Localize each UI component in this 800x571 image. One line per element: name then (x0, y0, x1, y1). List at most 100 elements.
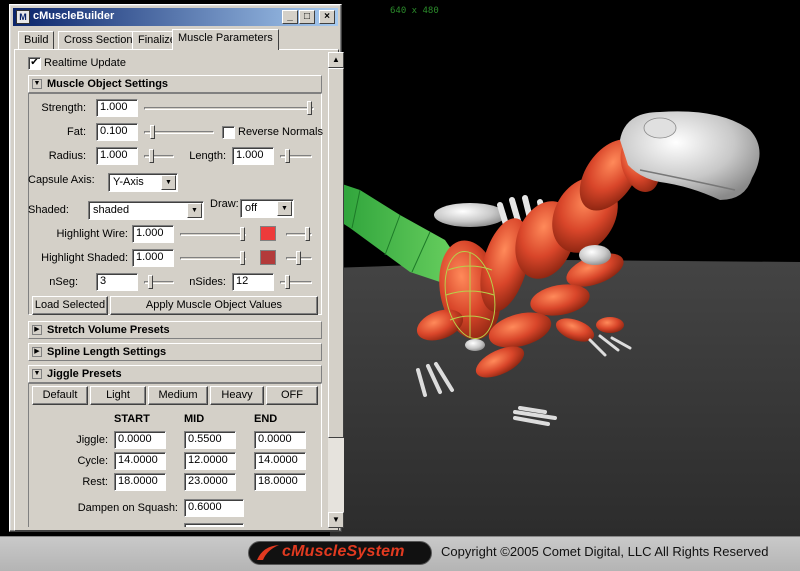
tab-build[interactable]: Build (18, 31, 55, 49)
window-title: cMuscleBuilder (33, 10, 115, 22)
stretch-volume-presets-header[interactable]: ▶ Stretch Volume Presets (28, 321, 322, 339)
rest-mid-field[interactable]: 23.0000 (184, 473, 236, 491)
cycle-mid-field[interactable]: 12.0000 (184, 452, 236, 470)
spline-length-settings-header[interactable]: ▶ Spline Length Settings (28, 343, 322, 361)
close-button[interactable]: × (319, 10, 335, 24)
scrollbar-thumb[interactable] (328, 68, 344, 438)
collapsed-arrow-icon: ▶ (32, 347, 42, 357)
jiggle-default-button[interactable]: Default (32, 386, 88, 405)
muscle-object-settings-header[interactable]: ▼ Muscle Object Settings (28, 75, 322, 93)
expanded-arrow-icon: ▼ (32, 79, 42, 89)
title-bar[interactable]: M cMuscleBuilder _ □ × (13, 8, 338, 26)
tab-muscle-parameters[interactable]: Muscle Parameters (172, 29, 279, 50)
highlight-shaded-color-swatch[interactable] (260, 250, 276, 265)
highlight-shaded-color-slider[interactable] (286, 250, 312, 266)
scroll-content: ✔ Realtime Update ▼ Muscle Object Settin… (24, 53, 327, 527)
realtime-update-label: Realtime Update (44, 57, 126, 69)
cutoff-field[interactable] (184, 523, 244, 527)
highlight-shaded-label: Highlight Shaded: (41, 252, 128, 264)
cmusclebuilder-window: M cMuscleBuilder _ □ × Build Cross Secti… (9, 4, 344, 532)
jiggle-off-button[interactable]: OFF (266, 386, 318, 405)
jiggle-light-button[interactable]: Light (90, 386, 146, 405)
dampen-on-squash-field[interactable]: 0.6000 (184, 499, 244, 517)
muscle-object-settings-title: Muscle Object Settings (47, 78, 169, 90)
draw-label: Draw: (210, 198, 239, 210)
strength-field[interactable]: 1.000 (96, 99, 138, 117)
highlight-wire-field[interactable]: 1.000 (132, 225, 174, 243)
highlight-wire-label: Highlight Wire: (56, 228, 128, 240)
collapsed-arrow-icon: ▶ (32, 325, 42, 335)
swoosh-icon (257, 545, 279, 560)
cycle-row-label: Cycle: (77, 455, 108, 467)
chevron-down-icon: ▼ (187, 203, 202, 218)
shaded-dropdown[interactable]: shaded ▼ (88, 201, 204, 220)
highlight-wire-color-swatch[interactable] (260, 226, 276, 241)
length-slider[interactable] (280, 148, 312, 164)
cycle-start-field[interactable]: 14.0000 (114, 452, 166, 470)
rest-row-label: Rest: (82, 476, 108, 488)
draw-value: off (245, 202, 258, 214)
capsule-axis-value: Y-Axis (113, 176, 144, 188)
scroll-up-button[interactable]: ▲ (328, 52, 344, 68)
shaded-label: Shaded: (28, 204, 69, 216)
jiggle-presets-header[interactable]: ▼ Jiggle Presets (28, 365, 322, 383)
column-end-header: END (254, 413, 278, 425)
tab-bar: Build Cross Section Finalize Muscle Para… (14, 29, 339, 50)
apply-muscle-object-values-button[interactable]: Apply Muscle Object Values (110, 296, 318, 315)
jiggle-end-field[interactable]: 0.0000 (254, 431, 306, 449)
reverse-normals-label: Reverse Normals (238, 126, 323, 138)
capsule-axis-dropdown[interactable]: Y-Axis ▼ (108, 173, 178, 192)
rest-start-field[interactable]: 18.0000 (114, 473, 166, 491)
tab-cross-section[interactable]: Cross Section (58, 31, 139, 49)
jiggle-mid-field[interactable]: 0.5500 (184, 431, 236, 449)
radius-slider[interactable] (144, 148, 174, 164)
chevron-down-icon: ▼ (277, 201, 292, 216)
strength-label: Strength: (41, 102, 86, 114)
length-field[interactable]: 1.000 (232, 147, 274, 165)
highlight-shaded-slider[interactable] (180, 250, 246, 266)
column-start-header: START (114, 413, 150, 425)
strength-slider[interactable] (144, 100, 314, 116)
radius-field[interactable]: 1.000 (96, 147, 138, 165)
spline-length-settings-title: Spline Length Settings (47, 346, 167, 358)
length-label: Length: (189, 150, 226, 162)
nsides-field[interactable]: 12 (232, 273, 274, 291)
fat-slider[interactable] (144, 124, 214, 140)
chevron-down-icon: ▼ (161, 175, 176, 190)
capsule-axis-label: Capsule Axis: (28, 174, 95, 186)
draw-dropdown[interactable]: off ▼ (240, 199, 294, 218)
jiggle-medium-button[interactable]: Medium (148, 386, 208, 405)
load-selected-button[interactable]: Load Selected (32, 296, 108, 315)
highlight-wire-color-slider[interactable] (286, 226, 312, 242)
reverse-normals-checkbox[interactable] (222, 126, 235, 139)
maximize-button[interactable]: □ (299, 10, 315, 24)
radius-label: Radius: (48, 150, 86, 162)
vertical-scrollbar[interactable]: ▲ ▼ (328, 52, 344, 528)
rest-end-field[interactable]: 18.0000 (254, 473, 306, 491)
realtime-update-checkbox[interactable]: ✔ (28, 57, 41, 70)
logo-text: cMuscleSystem (282, 543, 405, 560)
minimize-button[interactable]: _ (282, 10, 298, 24)
copyright-text: Copyright ©2005 Comet Digital, LLC All R… (441, 544, 769, 559)
jiggle-presets-title: Jiggle Presets (47, 368, 122, 380)
nseg-field[interactable]: 3 (96, 273, 138, 291)
app-icon: M (16, 10, 30, 24)
nsides-label: nSides: (189, 276, 226, 288)
nsides-slider[interactable] (280, 274, 312, 290)
highlight-shaded-field[interactable]: 1.000 (132, 249, 174, 267)
scroll-down-button[interactable]: ▼ (328, 512, 344, 528)
column-mid-header: MID (184, 413, 205, 425)
resolution-label: 640 x 480 (390, 6, 439, 16)
shaded-value: shaded (93, 204, 130, 216)
highlight-wire-slider[interactable] (180, 226, 246, 242)
stretch-volume-presets-title: Stretch Volume Presets (47, 324, 170, 336)
jiggle-heavy-button[interactable]: Heavy (210, 386, 264, 405)
fat-label: Fat: (67, 126, 86, 138)
nseg-label: nSeg: (49, 276, 78, 288)
nseg-slider[interactable] (144, 274, 174, 290)
expanded-arrow-icon: ▼ (32, 369, 42, 379)
fat-field[interactable]: 0.100 (96, 123, 138, 141)
jiggle-start-field[interactable]: 0.0000 (114, 431, 166, 449)
cycle-end-field[interactable]: 14.0000 (254, 452, 306, 470)
dampen-on-squash-label: Dampen on Squash: (77, 502, 178, 514)
